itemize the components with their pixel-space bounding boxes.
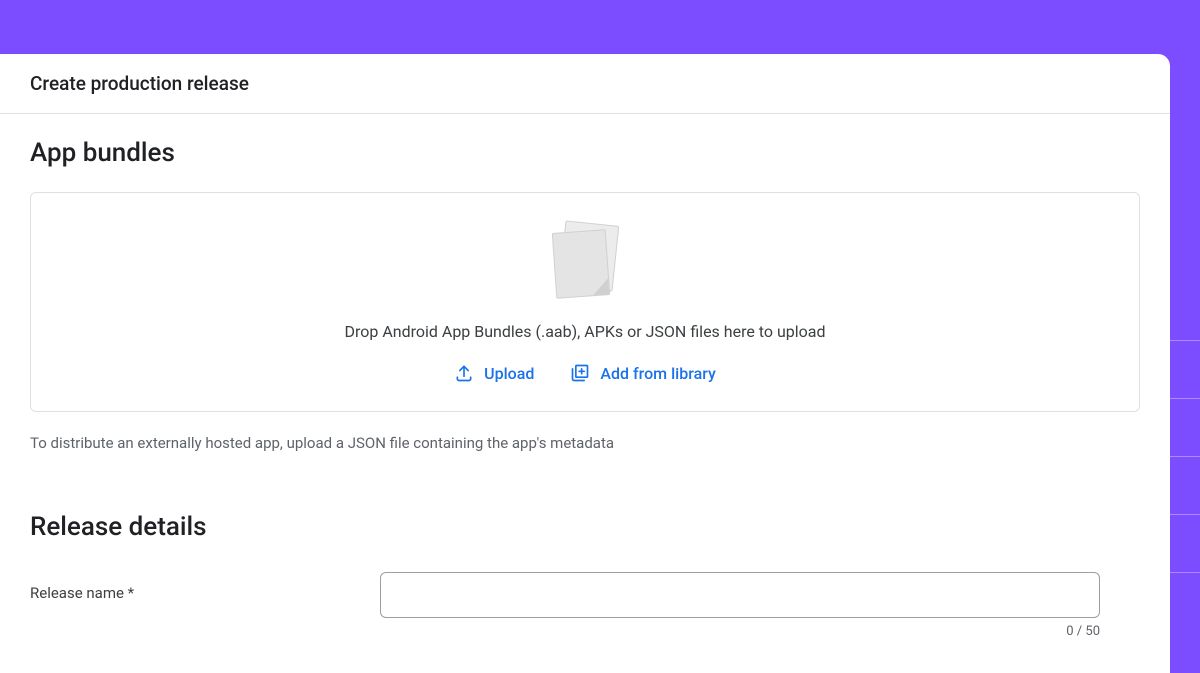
side-tabs bbox=[1170, 340, 1200, 630]
content-area: App bundles Drop Android App Bundles (.a… bbox=[0, 114, 1170, 663]
upload-button[interactable]: Upload bbox=[454, 363, 534, 383]
release-name-row: Release name * 0 / 50 bbox=[30, 572, 1140, 639]
release-details-title: Release details bbox=[30, 512, 1140, 542]
page-title: Create production release bbox=[30, 72, 1140, 95]
add-from-library-button[interactable]: Add from library bbox=[570, 363, 716, 383]
dropzone-actions: Upload Add from library bbox=[51, 363, 1119, 383]
main-panel: Create production release App bundles Dr… bbox=[0, 54, 1170, 673]
side-tab-5[interactable] bbox=[1170, 572, 1200, 630]
side-tab-2[interactable] bbox=[1170, 398, 1200, 456]
side-tab-4[interactable] bbox=[1170, 514, 1200, 572]
library-label: Add from library bbox=[600, 364, 716, 383]
release-details-section: Release details Release name * 0 / 50 bbox=[30, 512, 1140, 639]
app-bundles-title: App bundles bbox=[30, 138, 1140, 168]
side-tab-3[interactable] bbox=[1170, 456, 1200, 514]
release-name-field-wrap: 0 / 50 bbox=[380, 572, 1100, 639]
release-name-label: Release name * bbox=[30, 572, 360, 602]
app-bundles-section: App bundles Drop Android App Bundles (.a… bbox=[30, 138, 1140, 452]
upload-label: Upload bbox=[484, 364, 534, 383]
external-host-helper: To distribute an externally hosted app, … bbox=[30, 434, 1140, 452]
release-name-charcount: 0 / 50 bbox=[380, 624, 1100, 639]
files-icon bbox=[550, 225, 620, 300]
upload-icon bbox=[454, 363, 474, 383]
dropzone-text: Drop Android App Bundles (.aab), APKs or… bbox=[51, 322, 1119, 341]
page-header: Create production release bbox=[0, 54, 1170, 114]
side-tab-1[interactable] bbox=[1170, 340, 1200, 398]
library-add-icon bbox=[570, 363, 590, 383]
upload-dropzone[interactable]: Drop Android App Bundles (.aab), APKs or… bbox=[30, 192, 1140, 412]
release-name-input[interactable] bbox=[380, 572, 1100, 618]
